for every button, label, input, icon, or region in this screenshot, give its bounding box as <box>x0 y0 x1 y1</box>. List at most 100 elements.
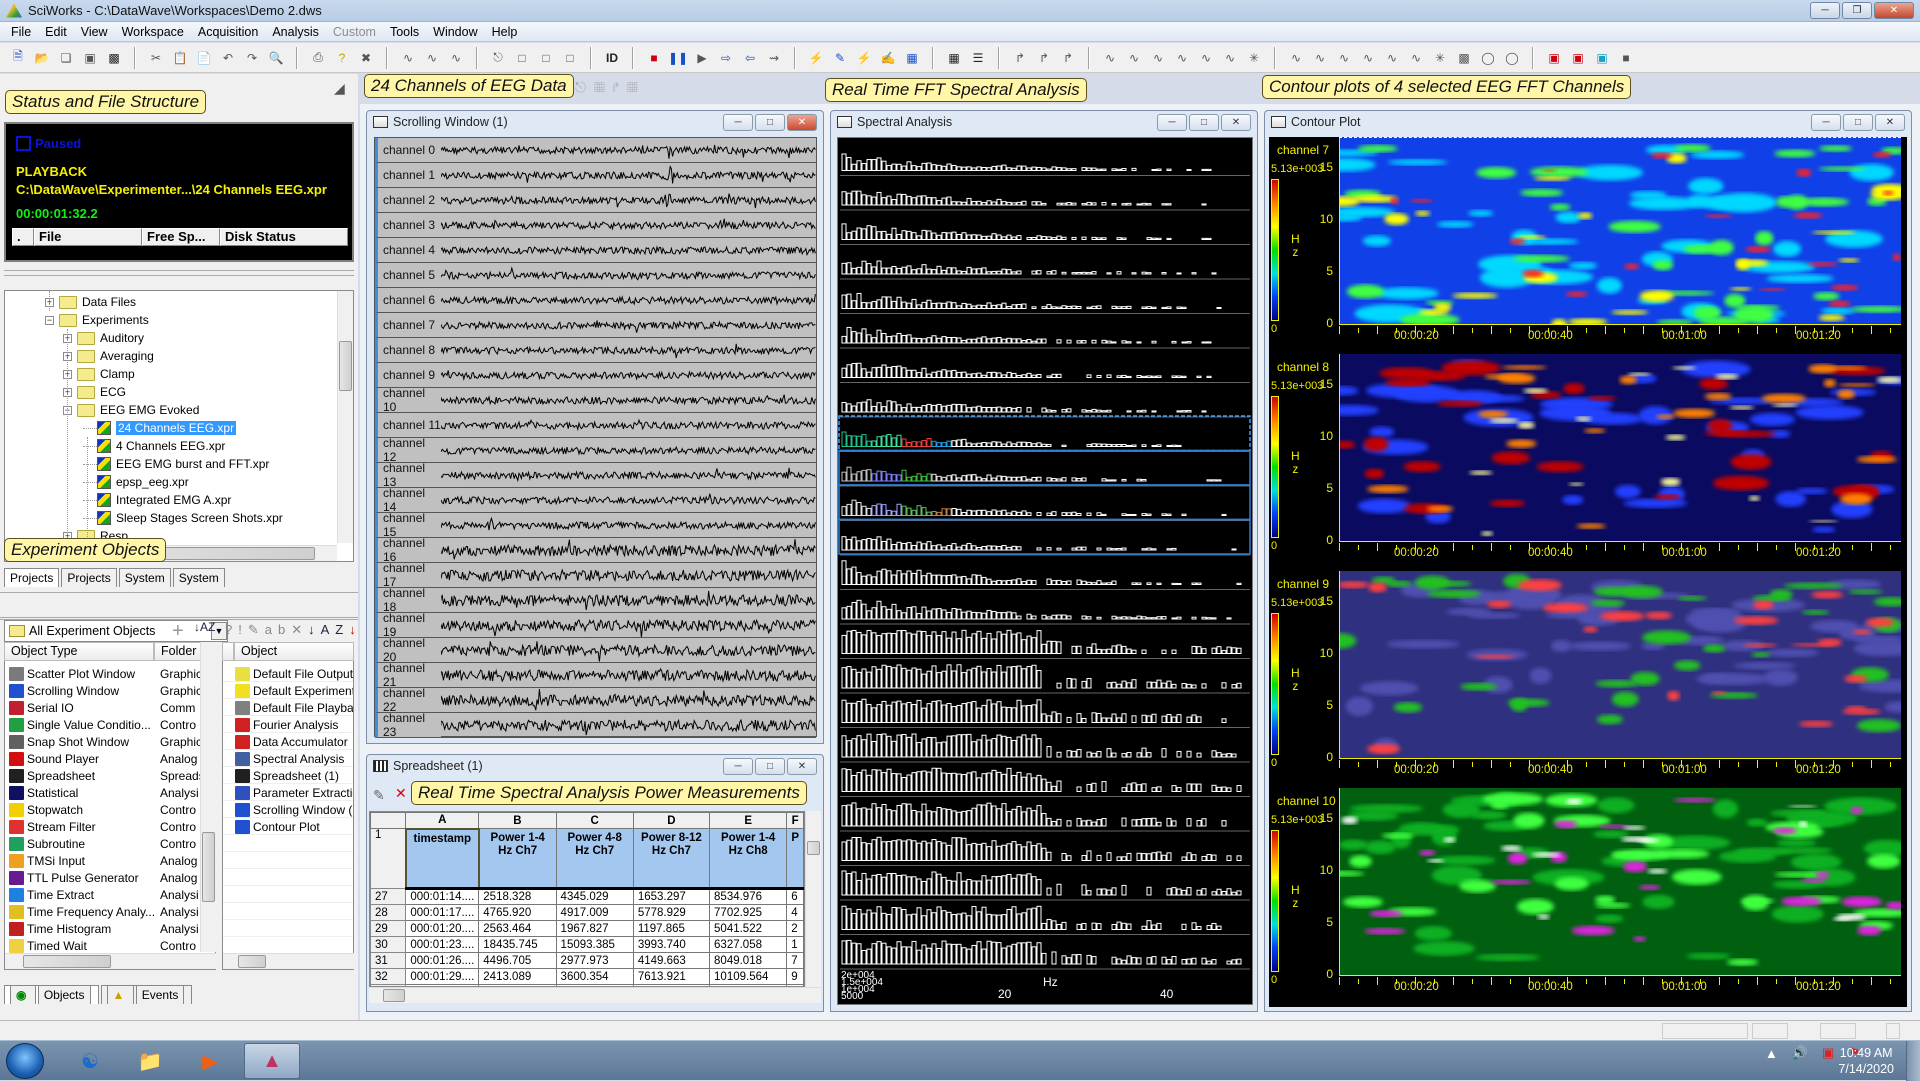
file-explorer-button[interactable]: 📁 <box>122 1043 178 1079</box>
spectrum-row[interactable] <box>840 870 1250 901</box>
spectrum-row[interactable] <box>840 802 1250 832</box>
object-instance-row[interactable]: Spreadsheet (1) <box>235 767 339 784</box>
window-icon[interactable]: □ <box>512 49 532 67</box>
sheet-cell[interactable]: 4 <box>786 904 804 921</box>
import-icon[interactable]: ⇨ <box>716 49 736 67</box>
show-hidden-icons-icon[interactable]: ▲ <box>1765 1046 1778 1061</box>
sheet-cell[interactable]: 000:01:26.... <box>405 952 480 969</box>
column-letter[interactable]: F <box>786 812 804 829</box>
object-column-header[interactable]: Object <box>234 642 354 661</box>
tab-projects[interactable]: Projects <box>4 568 60 587</box>
play-icon[interactable]: ▶ <box>692 49 712 67</box>
copy-doc-icon[interactable]: ❏ <box>56 49 76 67</box>
sheet-cell[interactable]: 3600.354 <box>555 968 634 985</box>
spectrum-row[interactable] <box>840 399 1250 418</box>
menu-analysis[interactable]: Analysis <box>265 25 326 39</box>
internet-explorer-button[interactable]: ☯ <box>62 1043 118 1079</box>
spectrum-row[interactable] <box>840 664 1250 694</box>
close-button[interactable]: ✕ <box>1874 2 1914 19</box>
waveform-icon[interactable]: ∿ <box>398 49 418 67</box>
object-type-row[interactable]: Timed Wait Contro <box>9 937 204 954</box>
object-type-row[interactable]: Statistical Analysi <box>9 784 204 801</box>
start-button[interactable] <box>6 1043 44 1079</box>
sheet-cell[interactable]: 6327.058 <box>709 936 788 953</box>
maximize-button[interactable]: □ <box>1843 114 1873 131</box>
pin-icon[interactable]: ◢ <box>334 80 345 97</box>
object-type-row[interactable]: Time Frequency Analy... Analysi <box>9 903 204 920</box>
add-icon[interactable]: + <box>172 620 190 642</box>
sheet-cell[interactable]: 1653.297 <box>632 888 711 905</box>
spectrum-row[interactable] <box>840 560 1250 590</box>
channel-label[interactable]: channel 0 <box>375 138 441 163</box>
window-icon[interactable]: □ <box>536 49 556 67</box>
splitter[interactable] <box>4 270 354 276</box>
sheet-vscrollbar[interactable] <box>805 811 821 987</box>
experiment-doc-icon[interactable]: ✍ <box>878 49 898 67</box>
spectrum-row[interactable] <box>840 153 1250 176</box>
sort-az-icon[interactable]: ↓AZ <box>194 620 215 640</box>
waveform-icon[interactable]: ∿ <box>422 49 442 67</box>
scroll-thumb[interactable] <box>339 341 352 391</box>
scroll-thumb[interactable] <box>238 955 266 968</box>
spectrum-row[interactable] <box>840 836 1250 866</box>
experiment-run-icon[interactable]: ⚡ <box>854 49 874 67</box>
channel-label[interactable]: channel 4 <box>375 238 441 263</box>
channel-label[interactable]: channel 21 <box>375 661 441 689</box>
trace-icon[interactable]: ✳ <box>1244 49 1264 67</box>
print-icon[interactable]: ⎙ <box>308 49 328 67</box>
minimize-button[interactable]: ─ <box>1811 114 1841 131</box>
sheet-cell[interactable]: 5041.522 <box>709 920 788 937</box>
header-cell[interactable]: Power 8-12 Hz Ch7 <box>632 828 711 890</box>
menu-view[interactable]: View <box>74 25 115 39</box>
tree-file[interactable]: Integrated EMG A.xpr <box>83 491 231 509</box>
column-letter[interactable]: E <box>709 812 788 829</box>
folder-column-header[interactable]: Folder <box>154 642 202 661</box>
channel-label[interactable]: channel 16 <box>375 536 441 564</box>
tab-system[interactable]: System <box>172 568 225 587</box>
row-number[interactable]: 27 <box>370 888 407 905</box>
object-type-row[interactable]: Time Extract Analysi <box>9 886 204 903</box>
tree-folder[interactable]: + ECG <box>63 383 126 401</box>
grid-icon[interactable]: ▦ <box>627 79 646 95</box>
column-letter[interactable]: C <box>555 812 634 829</box>
sheet-cell[interactable]: 000:01:20.... <box>405 920 480 937</box>
save-icon[interactable]: ▣ <box>80 49 100 67</box>
object-type-column-header[interactable]: Object Type <box>4 642 154 661</box>
trace-icon[interactable]: ∿ <box>1100 49 1120 67</box>
new-icon[interactable]: 🗎 <box>8 49 28 67</box>
sheet-cell[interactable]: 2977.973 <box>555 952 634 969</box>
sheet-cell[interactable]: 7 <box>786 952 804 969</box>
channel-label[interactable]: channel 11 <box>375 413 441 438</box>
minimize-button[interactable]: ─ <box>1810 2 1840 19</box>
save-all-icon[interactable]: ▩ <box>104 49 124 67</box>
sort-icon[interactable]: ↓AZ <box>308 622 349 637</box>
menu-file[interactable]: File <box>4 25 38 39</box>
step-icon[interactable]: ⇝ <box>764 49 784 67</box>
object-instance-row[interactable]: Default Experiment <box>235 682 353 699</box>
spectrum-row[interactable] <box>840 905 1250 935</box>
sheet-cell[interactable]: 000:01:23.... <box>405 936 480 953</box>
tree-file[interactable]: EEG EMG burst and FFT.xpr <box>83 455 269 473</box>
trace-icon[interactable]: ∿ <box>1382 49 1402 67</box>
trace-icon[interactable]: ∿ <box>1220 49 1240 67</box>
trace-icon[interactable]: ∿ <box>1334 49 1354 67</box>
row-number[interactable]: 32 <box>370 968 407 985</box>
grid-icon[interactable]: ▦ <box>944 49 964 67</box>
sheet-cell[interactable]: 4917.009 <box>555 904 634 921</box>
rename-icon[interactable]: ab <box>265 622 291 637</box>
object-type-row[interactable]: Time Histogram Analysi <box>9 920 204 937</box>
close-button[interactable]: ✕ <box>1221 114 1251 131</box>
spectrum-row[interactable] <box>838 484 1251 521</box>
door-icon[interactable]: ▣ <box>1592 49 1612 67</box>
object-instance-row[interactable]: Contour Plot <box>235 818 320 835</box>
object-type-row[interactable]: TTL Pulse Generator Analog <box>9 869 204 886</box>
list-icon[interactable]: ☰ <box>968 49 988 67</box>
sheet-cell[interactable]: 2 <box>786 920 804 937</box>
sheet-cell[interactable]: 000:01:17.... <box>405 904 480 921</box>
scroll-thumb[interactable] <box>23 955 111 968</box>
edit-icon[interactable]: ✎ <box>248 622 265 637</box>
paste-icon[interactable]: 📋 <box>170 49 190 67</box>
trace-icon[interactable]: ∿ <box>1172 49 1192 67</box>
pause-icon[interactable]: ❚❚ <box>668 49 688 67</box>
maximize-button[interactable]: □ <box>755 758 785 775</box>
